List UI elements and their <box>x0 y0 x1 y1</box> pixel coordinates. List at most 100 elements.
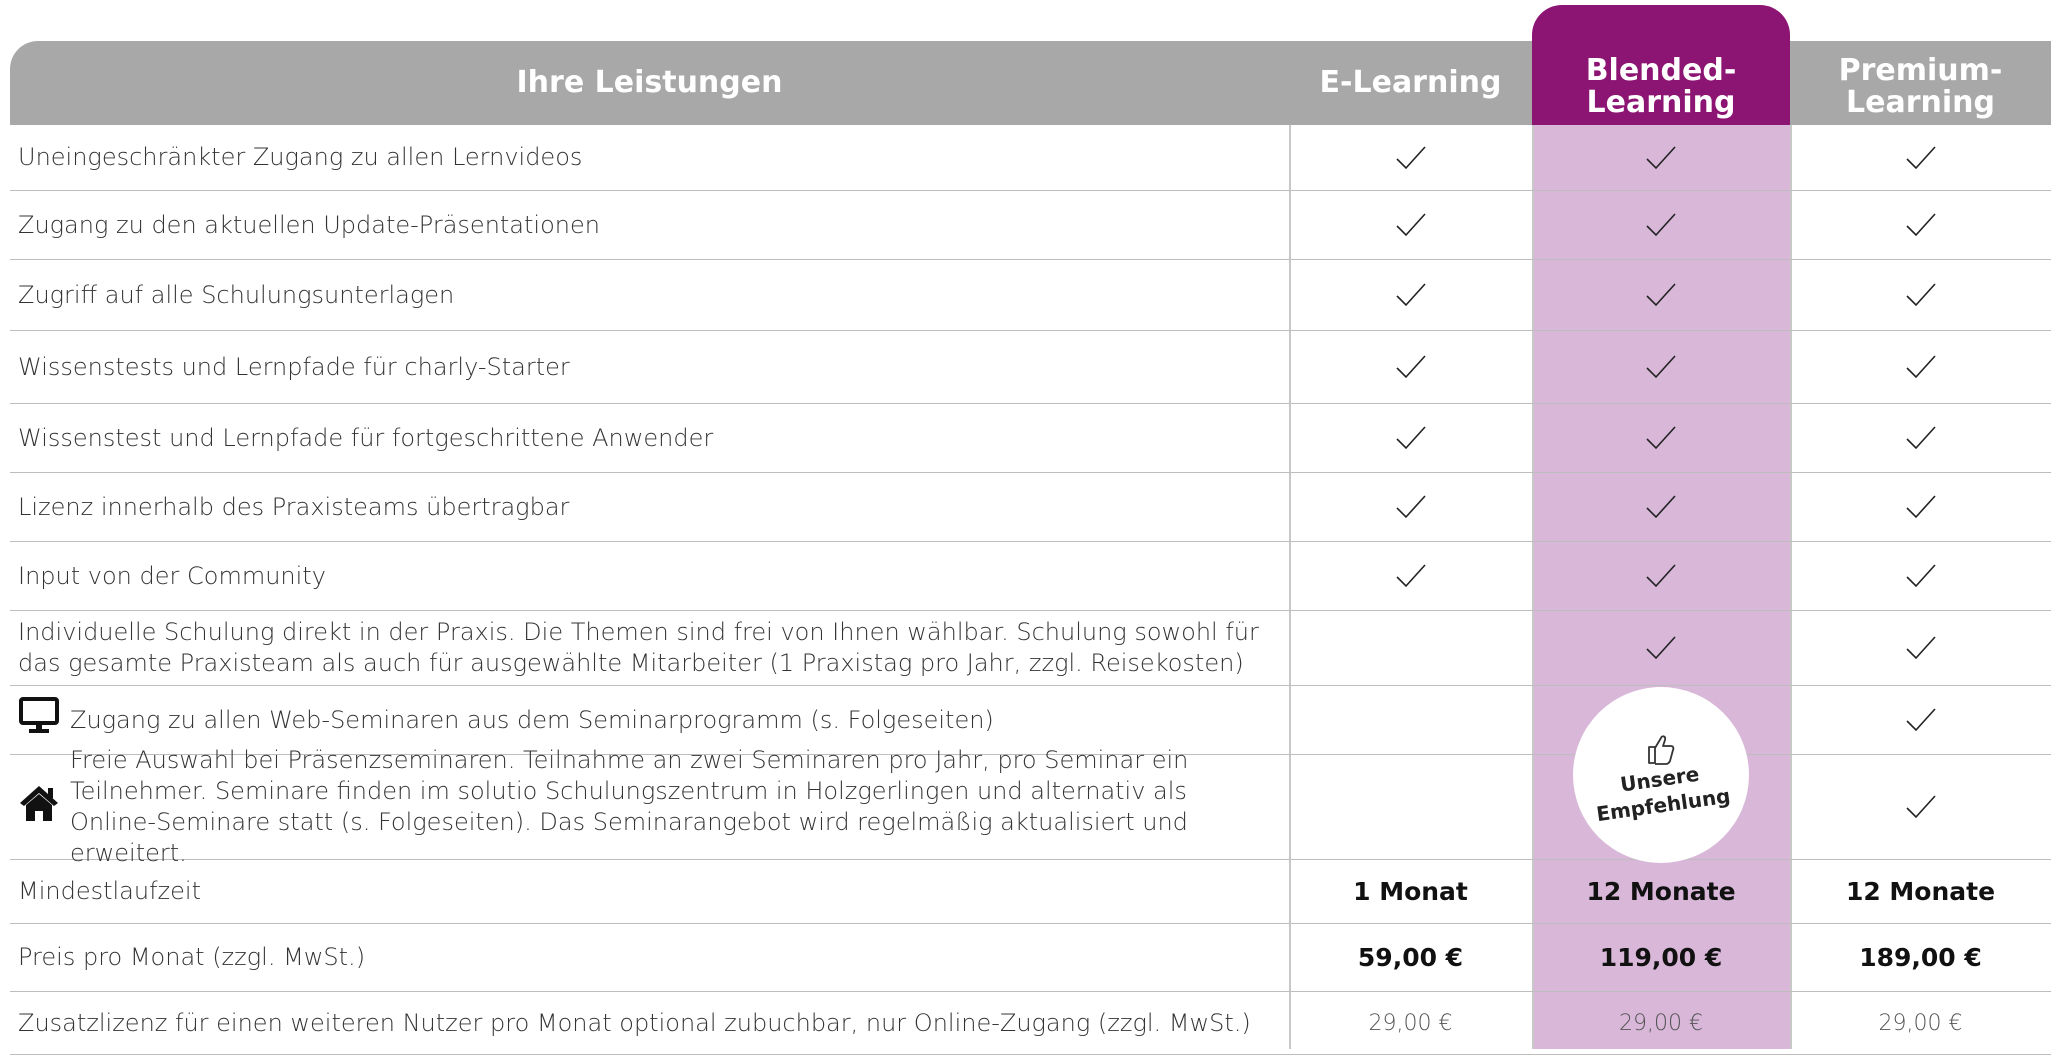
checkmark-icon <box>1905 283 1936 307</box>
checkmark-icon <box>1905 355 1936 379</box>
checkmark-icon <box>1905 495 1936 519</box>
check-cell <box>1790 611 2051 685</box>
value-cell: 119,00 € <box>1599 943 1723 972</box>
checkmark-icon <box>1905 213 1936 237</box>
check-cell <box>1790 755 2051 859</box>
house-icon <box>18 783 60 831</box>
value-cell: 12 Monate <box>1586 877 1736 906</box>
check-cell <box>1790 191 2051 259</box>
row-label-text: Freie Auswahl bei Präsenzseminaren. Teil… <box>70 746 1189 867</box>
check-cell <box>1790 331 2051 403</box>
checkmark-icon <box>1395 145 1426 169</box>
header-features: Ihre Leistungen <box>10 41 1289 125</box>
row-label-text: Uneingeschränkter Zugang zu allen Lernvi… <box>18 143 583 171</box>
checkmark-icon <box>1646 426 1676 450</box>
row-label: Wissenstests und Lernpfade für charly-St… <box>18 331 570 403</box>
value-cell: 12 Monate <box>1845 877 1996 906</box>
value-cell: 29,00 € <box>1878 1010 1963 1036</box>
comparison-table: Uneingeschränkter Zugang zu allen Lernvi… <box>10 125 2051 1055</box>
checkmark-icon <box>1905 426 1936 450</box>
recommendation-label: Unsere Empfehlung <box>1594 761 1732 827</box>
table-row: Zugriff auf alle Schulungsunterlagen <box>10 260 2051 331</box>
checkmark-icon <box>1395 213 1426 237</box>
checkmark-icon <box>1646 355 1676 379</box>
row-label: Uneingeschränkter Zugang zu allen Lernvi… <box>18 125 582 190</box>
check-cell <box>1532 260 1790 330</box>
value-cell: 1 Monat <box>1353 877 1468 906</box>
row-label-text: Individuelle Schulung direkt in der Prax… <box>18 618 1259 677</box>
check-cell <box>1532 611 1790 685</box>
row-label: Zusatzlizenz für einen weiteren Nutzer p… <box>18 1008 1251 1037</box>
check-cell <box>1289 686 1532 754</box>
check-cell <box>1532 473 1790 541</box>
row-label: Wissenstest und Lernpfade für fortgeschr… <box>18 404 713 472</box>
checkmark-icon <box>1395 426 1426 450</box>
check-cell <box>1289 542 1532 610</box>
row-label-text: Lizenz innerhalb des Praxisteams übertra… <box>18 492 570 521</box>
check-cell <box>1532 331 1790 403</box>
row-label-text: Zugang zu allen Web-Seminaren aus dem Se… <box>70 705 994 734</box>
check-cell <box>1790 260 2051 330</box>
checkmark-icon <box>1646 495 1676 519</box>
row-label-text: Wissenstest und Lernpfade für fortgeschr… <box>18 423 714 452</box>
check-cell <box>1289 611 1532 685</box>
checkmark-icon <box>1395 495 1426 519</box>
table-row: Wissenstest und Lernpfade für fortgeschr… <box>10 404 2051 473</box>
checkmark-icon <box>1646 213 1676 237</box>
checkmark-icon <box>1395 564 1426 588</box>
checkmark-icon <box>1395 283 1426 307</box>
value-cell: 29,00 € <box>1368 1010 1453 1036</box>
table-row: Input von der Community <box>10 542 2051 611</box>
check-cell <box>1289 473 1532 541</box>
thumbs-up-icon <box>1648 735 1675 765</box>
header-features-label: Ihre Leistungen <box>516 65 783 100</box>
checkmark-icon <box>1395 355 1426 379</box>
row-label-text: Input von der Community <box>18 561 326 590</box>
table-row: Lizenz innerhalb des Praxisteams übertra… <box>10 473 2051 542</box>
check-cell <box>1289 125 1532 190</box>
check-cell <box>1790 404 2051 472</box>
check-cell <box>1289 260 1532 330</box>
check-cell <box>1532 191 1790 259</box>
table-row: Individuelle Schulung direkt in der Prax… <box>10 611 2051 686</box>
row-label-text: Zugang zu den aktuellen Update-Präsentat… <box>18 210 600 239</box>
row-label: Preis pro Monat (zzgl. MwSt.) <box>18 943 366 971</box>
header-blended: Blended- Learning <box>1532 5 1790 125</box>
monitor-icon <box>18 696 60 744</box>
table-row: Wissenstests und Lernpfade für charly-St… <box>10 331 2051 404</box>
row-label-text: Wissenstests und Lernpfade für charly-St… <box>18 352 570 381</box>
checkmark-icon <box>1646 564 1676 588</box>
header-premium-label: Premium- Learning <box>1838 53 2003 120</box>
table-row: Uneingeschränkter Zugang zu allen Lernvi… <box>10 125 2051 191</box>
checkmark-icon <box>1646 145 1676 169</box>
check-cell <box>1289 404 1532 472</box>
check-cell <box>1532 125 1790 190</box>
check-cell <box>1790 473 2051 541</box>
row-label: Zugriff auf alle Schulungsunterlagen <box>18 260 454 330</box>
checkmark-icon <box>1905 636 1936 660</box>
table-row: Zusatzlizenz für einen weiteren Nutzer p… <box>10 992 2051 1055</box>
header-blended-label: Blended- Learning <box>1585 53 1737 120</box>
header-elearning: E-Learning <box>1289 41 1532 125</box>
checkmark-icon <box>1646 283 1676 307</box>
recommendation-badge: Unsere Empfehlung <box>1573 687 1749 863</box>
header-elearning-label: E-Learning <box>1319 65 1502 100</box>
checkmark-icon <box>1905 708 1936 732</box>
table-row: Mindestlaufzeit 1 Monat 12 Monate 12 Monate <box>10 860 2051 924</box>
value-cell: 189,00 € <box>1859 943 1982 972</box>
row-label: Lizenz innerhalb des Praxisteams übertra… <box>18 473 569 541</box>
checkmark-icon <box>1905 564 1936 588</box>
check-cell <box>1289 331 1532 403</box>
header-premium: Premium- Learning <box>1790 41 2051 125</box>
check-cell <box>1289 191 1532 259</box>
row-label-text: Zugriff auf alle Schulungsunterlagen <box>18 280 455 309</box>
value-cell: 29,00 € <box>1619 1010 1703 1036</box>
check-cell <box>1790 125 2051 190</box>
row-label: Input von der Community <box>18 542 326 610</box>
row-label: Freie Auswahl bei Präsenzseminaren. Teil… <box>18 746 1250 867</box>
check-cell <box>1790 686 2051 754</box>
check-cell <box>1532 542 1790 610</box>
value-cell: 59,00 € <box>1357 943 1464 972</box>
row-label: Individuelle Schulung direkt in der Prax… <box>18 611 1278 685</box>
checkmark-icon <box>1905 795 1936 819</box>
